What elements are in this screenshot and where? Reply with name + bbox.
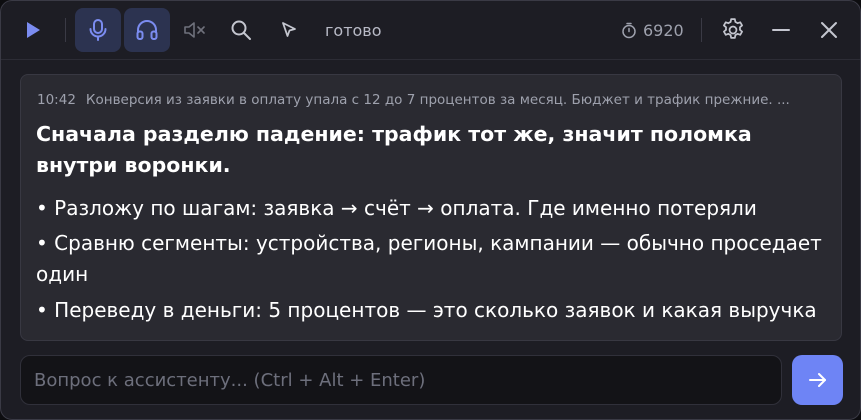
microphone-button[interactable] <box>75 8 121 52</box>
assistant-window: готово 6920 10:42 Конверсия из заявки в … <box>0 0 861 420</box>
timer-icon <box>622 22 636 38</box>
play-icon <box>27 22 40 38</box>
status-text: готово <box>325 21 382 40</box>
minimize-button[interactable] <box>765 14 797 46</box>
question-line: 10:42 Конверсия из заявки в оплату упала … <box>37 92 827 108</box>
headphones-icon <box>136 20 158 40</box>
search-button[interactable] <box>225 14 257 46</box>
cursor-button[interactable] <box>273 14 305 46</box>
question-text: Конверсия из заявки в оплату упала с 12 … <box>85 92 790 108</box>
speaker-muted-icon <box>184 22 205 38</box>
close-button[interactable] <box>813 14 845 46</box>
play-button[interactable] <box>17 15 49 45</box>
message-time: 10:42 <box>37 92 76 108</box>
gear-icon <box>723 18 743 39</box>
toolbar-divider-right <box>701 18 702 42</box>
speaker-mute-button[interactable] <box>179 15 211 45</box>
arrow-right-icon <box>808 373 826 387</box>
answer-card: 10:42 Конверсия из заявки в оплату упала … <box>20 74 842 341</box>
search-icon <box>231 20 251 40</box>
microphone-icon <box>89 19 107 41</box>
cursor-icon <box>282 22 296 37</box>
headphones-button[interactable] <box>124 8 170 52</box>
counter-value: 6920 <box>643 20 684 40</box>
answer-bullet: • Разложу по шагам: заявка → счёт → опла… <box>36 196 757 220</box>
answer-title: Сначала разделю падение: трафик тот же, … <box>36 122 752 177</box>
toolbar-divider <box>65 18 66 42</box>
minimize-icon <box>772 29 790 31</box>
question-input-container <box>20 355 782 405</box>
answer-bullet: • Переведу в деньги: 5 процентов — это с… <box>36 298 817 322</box>
answer-bullet: • Сравню сегменты: устройства, регионы, … <box>36 231 822 286</box>
toolbar: готово 6920 <box>1 1 860 60</box>
settings-button[interactable] <box>717 14 749 46</box>
close-icon <box>821 22 837 38</box>
timer-counter: 6920 <box>621 19 684 41</box>
question-input[interactable] <box>21 356 781 404</box>
send-button[interactable] <box>792 355 843 405</box>
